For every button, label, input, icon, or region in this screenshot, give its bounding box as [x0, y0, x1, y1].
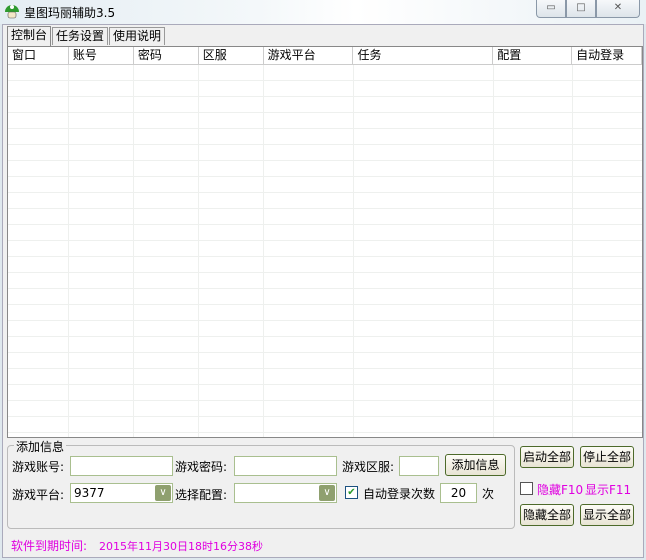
- grid-line: [133, 65, 134, 437]
- expire-value: 2015年11月30日18时16分38秒: [99, 540, 263, 553]
- config-select[interactable]: ∨: [234, 483, 337, 503]
- server-label: 游戏区服:: [342, 460, 395, 474]
- main-window: 控制台 任务设置 使用说明 窗口 账号 密码 区服 游戏平台 任务 配置 自动登…: [2, 24, 644, 558]
- hide-all-button[interactable]: 隐藏全部: [520, 504, 574, 526]
- table-body: [8, 65, 642, 437]
- hotkey-checkbox[interactable]: [520, 482, 533, 495]
- column-window[interactable]: 窗口: [8, 47, 69, 64]
- expire-label: 软件到期时间:: [11, 539, 88, 553]
- grid-line: [198, 65, 199, 437]
- title-bar: 皇图玛丽辅助3.5 ▭ □ ✕: [0, 0, 646, 24]
- close-button[interactable]: ✕: [596, 0, 640, 18]
- column-account[interactable]: 账号: [69, 47, 134, 64]
- column-password[interactable]: 密码: [134, 47, 199, 64]
- grid-line: [353, 65, 354, 437]
- grid-line: [68, 65, 69, 437]
- mushroom-app-icon: [5, 5, 19, 19]
- column-config[interactable]: 配置: [493, 47, 573, 64]
- server-input[interactable]: [399, 456, 439, 476]
- times-unit-label: 次: [482, 487, 495, 501]
- tab-task-settings[interactable]: 任务设置: [52, 27, 109, 45]
- column-auto-login[interactable]: 自动登录: [572, 47, 642, 64]
- table-header: 窗口 账号 密码 区服 游戏平台 任务 配置 自动登录: [8, 47, 642, 65]
- add-info-group: 添加信息 游戏账号: 游戏密码: 游戏区服: 添加信息 游戏平台: 9377 ∨ …: [7, 438, 515, 529]
- auto-login-count-input[interactable]: 20: [440, 483, 477, 503]
- grid-line: [572, 65, 573, 437]
- grid-line: [263, 65, 264, 437]
- column-task[interactable]: 任务: [353, 47, 494, 64]
- maximize-button[interactable]: □: [566, 0, 596, 18]
- column-platform[interactable]: 游戏平台: [264, 47, 354, 64]
- show-hotkey-label: 显示F11: [585, 483, 632, 497]
- password-input[interactable]: [234, 456, 337, 476]
- platform-value: 9377: [74, 486, 105, 500]
- tab-instructions[interactable]: 使用说明: [109, 27, 166, 45]
- password-label: 游戏密码:: [175, 460, 228, 474]
- stop-all-button[interactable]: 停止全部: [580, 446, 634, 468]
- account-input[interactable]: [70, 456, 173, 476]
- grid-line: [493, 65, 494, 437]
- window-title: 皇图玛丽辅助3.5: [24, 6, 116, 20]
- chevron-down-icon[interactable]: ∨: [319, 485, 335, 501]
- config-label: 选择配置:: [175, 488, 228, 502]
- show-all-button[interactable]: 显示全部: [580, 504, 634, 526]
- platform-select[interactable]: 9377 ∨: [70, 483, 173, 503]
- start-all-button[interactable]: 启动全部: [520, 446, 574, 468]
- add-info-button[interactable]: 添加信息: [445, 454, 506, 476]
- column-server[interactable]: 区服: [199, 47, 264, 64]
- account-table[interactable]: 窗口 账号 密码 区服 游戏平台 任务 配置 自动登录: [7, 46, 643, 438]
- tab-console[interactable]: 控制台: [7, 26, 52, 46]
- tab-bar: 控制台 任务设置 使用说明: [7, 26, 166, 46]
- account-label: 游戏账号:: [12, 460, 65, 474]
- minimize-button[interactable]: ▭: [536, 0, 566, 18]
- auto-login-label: 自动登录次数: [363, 487, 436, 501]
- chevron-down-icon[interactable]: ∨: [155, 485, 171, 501]
- auto-login-checkbox[interactable]: ✔: [345, 486, 358, 499]
- hide-hotkey-label: 隐藏F10: [537, 483, 584, 497]
- platform-label: 游戏平台:: [12, 488, 65, 502]
- group-title: 添加信息: [14, 438, 67, 455]
